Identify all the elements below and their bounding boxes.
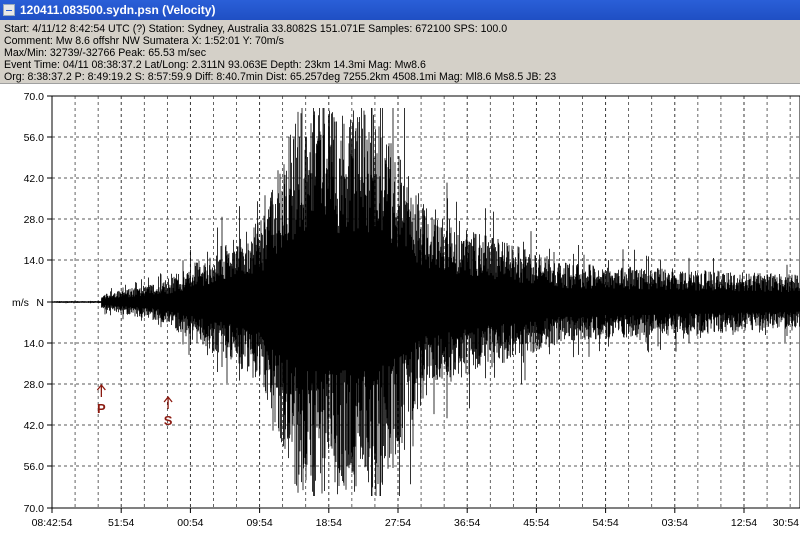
x-tick-label: 36:54 [454, 517, 480, 529]
x-tick-label: 03:54 [662, 517, 688, 529]
info-maxmin-line: Max/Min: 32739/-32766 Peak: 65.53 m/sec [4, 47, 206, 59]
y-tick-label: 28.0 [24, 214, 45, 226]
y-tick-label: 14.0 [24, 338, 45, 350]
x-tick-label: 54:54 [592, 517, 618, 529]
x-tick-label: 27:54 [385, 517, 411, 529]
window-title: 120411.083500.sydn.psn (Velocity) [20, 3, 216, 17]
y-tick-label: 56.0 [24, 132, 45, 144]
y-unit-label: m/s [12, 297, 29, 309]
x-tick-labels: 08:42:54 51:54 00:54 09:54 18:54 27:54 36:54 45… [32, 517, 800, 529]
x-tick-label: 08:42:54 [32, 517, 73, 529]
x-tick-label: 51:54 [108, 517, 134, 529]
phase-label-p: P [97, 401, 106, 416]
y-tick-label: 56.0 [24, 461, 45, 473]
info-comment-line: Comment: Mw 8.6 offshr NW Sumatera X: 1:… [4, 35, 284, 47]
document-icon [3, 4, 15, 16]
info-event-line: Event Time: 04/11 08:38:37.2 Lat/Long: 2… [4, 59, 426, 71]
info-start-line: Start: 4/11/12 8:42:54 UTC (?) Station: … [4, 23, 508, 35]
annotation-layer: PS [96, 383, 173, 428]
info-panel: Start: 4/11/12 8:42:54 UTC (?) Station: … [0, 20, 800, 84]
y-tick-label: N [36, 297, 44, 309]
info-origin-line: Org: 8:38:37.2 P: 8:49:19.2 S: 8:57:59.9… [4, 71, 557, 83]
trace-layer [52, 108, 800, 496]
y-tick-label: 70.0 [24, 503, 45, 515]
seismogram-plot[interactable]: 70.0 56.0 42.0 28.0 14.0 N 14.0 28.0 42.0 56.0 70.… [0, 84, 800, 532]
x-tick-label: 09:54 [246, 517, 272, 529]
y-tick-label: 70.0 [24, 91, 45, 103]
x-tick-label: 18:54 [316, 517, 342, 529]
x-tick-label: 45:54 [523, 517, 549, 529]
y-tick-labels: 70.0 56.0 42.0 28.0 14.0 N 14.0 28.0 42.0 56.0 70.… [12, 91, 44, 515]
phase-label-s: S [164, 413, 173, 428]
y-tick-label: 42.0 [24, 420, 45, 432]
x-tick-label: 12:54 [731, 517, 757, 529]
y-tick-label: 14.0 [24, 255, 45, 267]
x-tick-label: 30:54 [773, 517, 799, 529]
y-tick-label: 28.0 [24, 379, 45, 391]
seismogram-chart: 70.0 56.0 42.0 28.0 14.0 N 14.0 28.0 42.0 56.0 70.… [12, 91, 800, 529]
window-title-bar[interactable]: 120411.083500.sydn.psn (Velocity) [0, 0, 800, 20]
x-tick-label: 00:54 [177, 517, 203, 529]
y-tick-label: 42.0 [24, 173, 45, 185]
